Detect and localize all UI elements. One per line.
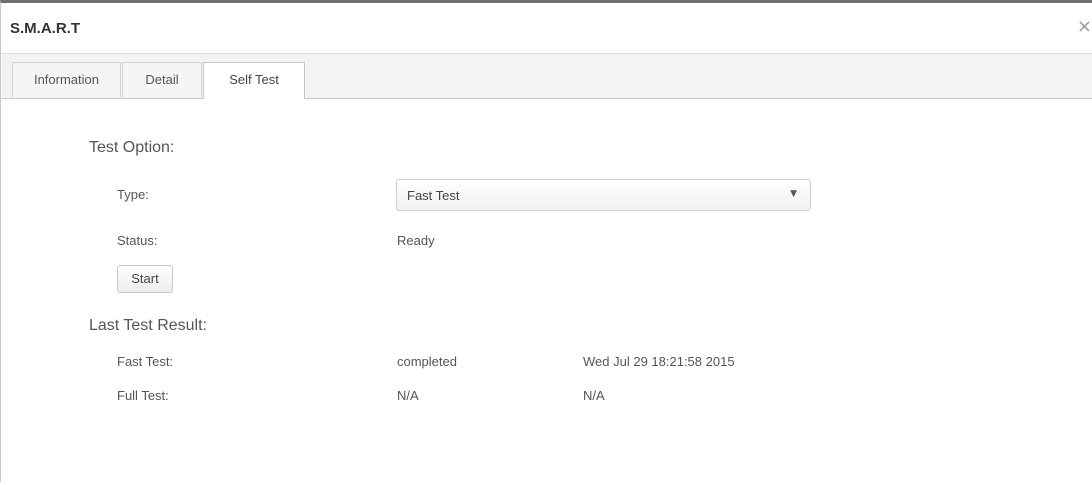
- self-test-panel: Test Option: Type: Fast Test ▼ Status: R…: [1, 99, 1092, 485]
- dialog-title: S.M.A.R.T: [10, 20, 80, 37]
- test-option-heading: Test Option:: [89, 139, 175, 156]
- fast-test-time: Wed Jul 29 18:21:58 2015: [583, 354, 735, 369]
- fast-test-label: Fast Test:: [117, 354, 174, 369]
- status-label: Status:: [117, 233, 158, 248]
- chevron-down-icon: ▼: [790, 189, 797, 199]
- type-label: Type:: [117, 187, 149, 202]
- full-test-result: N/A: [397, 388, 419, 403]
- start-button[interactable]: Start: [117, 265, 173, 293]
- test-type-value: Fast Test: [407, 188, 460, 203]
- full-test-label: Full Test:: [117, 388, 169, 403]
- test-type-select[interactable]: Fast Test ▼: [396, 179, 811, 211]
- smart-dialog: S.M.A.R.T × Information Detail Self Test…: [0, 0, 1092, 482]
- tab-detail[interactable]: Detail: [122, 62, 202, 97]
- last-test-result-heading: Last Test Result:: [89, 317, 207, 334]
- fast-test-result: completed: [397, 354, 457, 369]
- tab-information[interactable]: Information: [12, 62, 121, 97]
- status-value: Ready: [397, 233, 435, 248]
- tab-bar: Information Detail Self Test: [1, 54, 1092, 99]
- tab-self-test[interactable]: Self Test: [203, 62, 305, 99]
- dialog-titlebar: S.M.A.R.T ×: [1, 3, 1092, 54]
- close-icon[interactable]: ×: [1077, 16, 1092, 37]
- full-test-time: N/A: [583, 388, 605, 403]
